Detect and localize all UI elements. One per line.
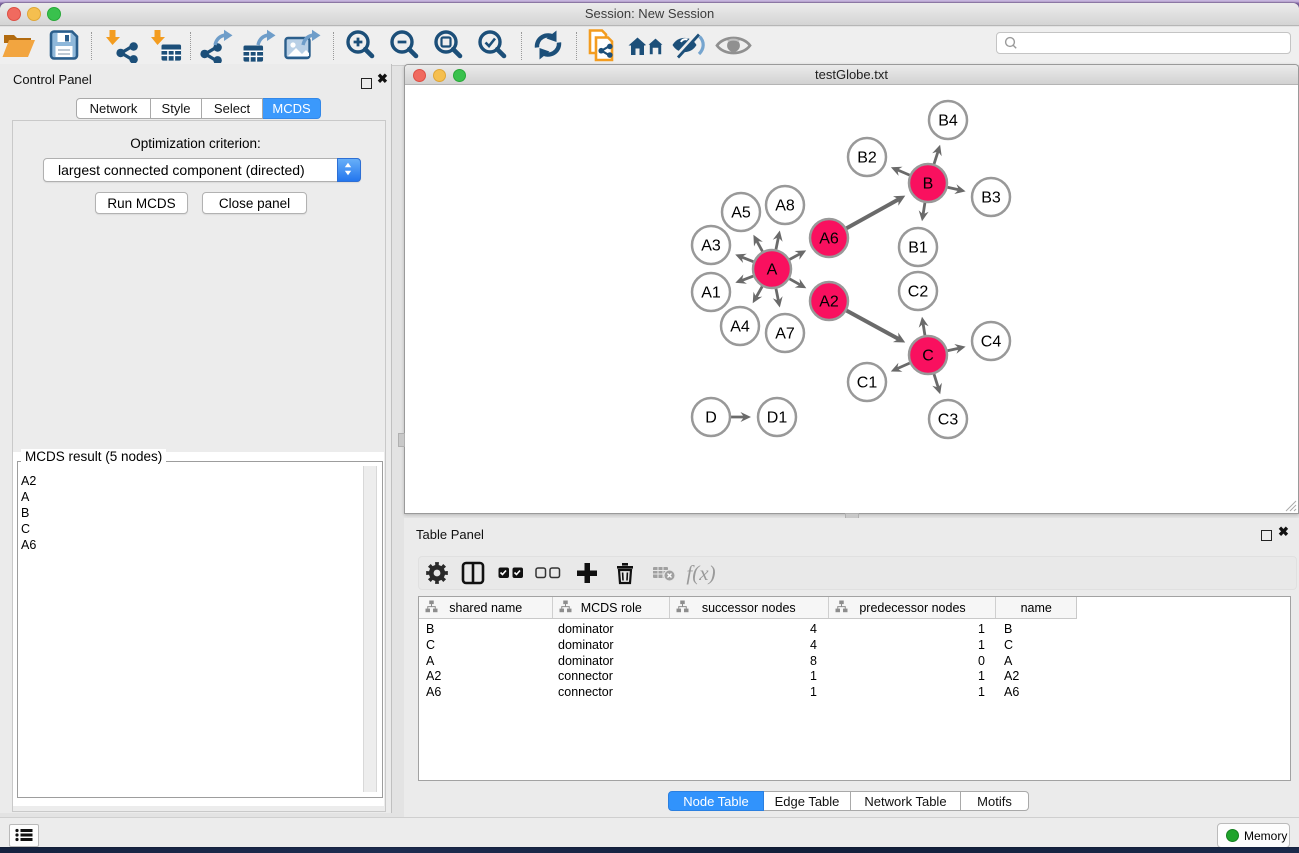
svg-text:B3: B3: [981, 190, 1001, 207]
svg-text:A1: A1: [701, 285, 721, 302]
svg-text:A: A: [767, 262, 778, 279]
svg-text:A7: A7: [775, 326, 795, 343]
svg-text:D: D: [705, 410, 717, 427]
svg-text:C2: C2: [908, 284, 929, 301]
svg-text:C4: C4: [981, 334, 1002, 351]
svg-text:D1: D1: [767, 410, 788, 427]
svg-text:A3: A3: [701, 238, 721, 255]
svg-text:A8: A8: [775, 198, 795, 215]
svg-text:B2: B2: [857, 150, 877, 167]
svg-text:B1: B1: [908, 240, 928, 257]
svg-text:B: B: [923, 176, 934, 193]
svg-text:f(x): f(x): [686, 561, 715, 585]
svg-text:A4: A4: [730, 319, 750, 336]
svg-text:C1: C1: [857, 375, 878, 392]
svg-text:B4: B4: [938, 113, 958, 130]
svg-text:A2: A2: [819, 294, 839, 311]
svg-text:A5: A5: [731, 205, 751, 222]
svg-text:C: C: [922, 348, 934, 365]
svg-text:C3: C3: [938, 412, 959, 429]
svg-text:A6: A6: [819, 231, 839, 248]
